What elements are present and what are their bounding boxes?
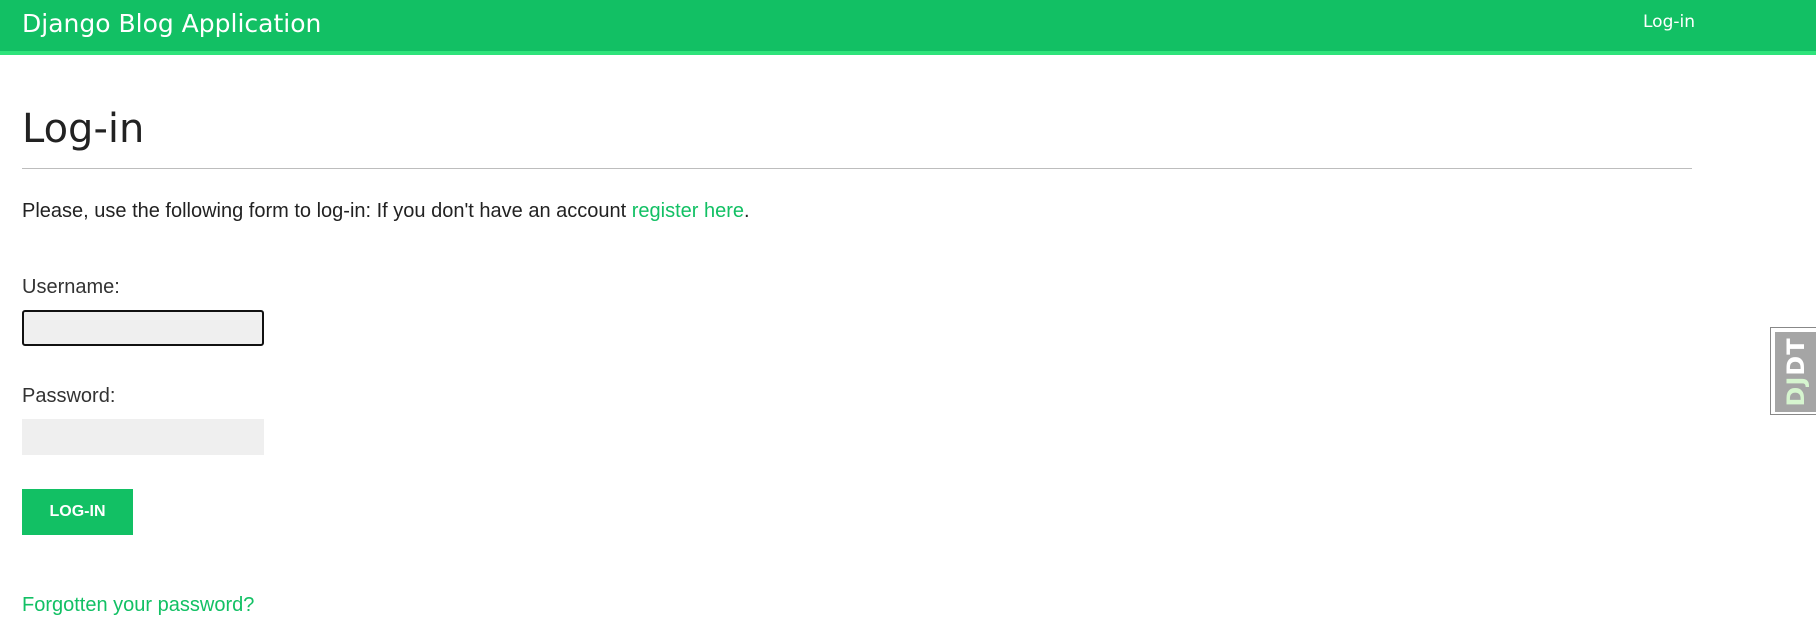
intro-text-suffix: .: [744, 200, 750, 222]
debug-toolbar-logo-dt: DT: [1782, 337, 1810, 376]
username-input[interactable]: [22, 310, 264, 346]
intro-text: Please, use the following form to log-in…: [22, 200, 750, 223]
debug-toolbar-handle-inner: DJDT: [1775, 332, 1816, 412]
login-submit-button[interactable]: Log-in: [22, 489, 133, 535]
password-input[interactable]: [22, 419, 264, 455]
site-brand[interactable]: Django Blog Application: [22, 9, 321, 38]
top-navbar: Django Blog Application Log-in: [0, 0, 1816, 55]
debug-toolbar-logo-dj: DJ: [1782, 375, 1810, 407]
title-divider: [22, 168, 1692, 169]
intro-text-prefix: Please, use the following form to log-in…: [22, 200, 632, 222]
password-label: Password:: [22, 385, 116, 407]
register-link[interactable]: register here: [632, 200, 744, 222]
page-title: Log-in: [22, 106, 145, 152]
debug-toolbar-handle[interactable]: DJDT: [1770, 327, 1816, 415]
nav-login-link[interactable]: Log-in: [1643, 12, 1695, 32]
username-label: Username:: [22, 276, 120, 298]
forgot-password-link[interactable]: Forgotten your password?: [22, 594, 254, 617]
debug-toolbar-logo: DJDT: [1782, 337, 1810, 406]
